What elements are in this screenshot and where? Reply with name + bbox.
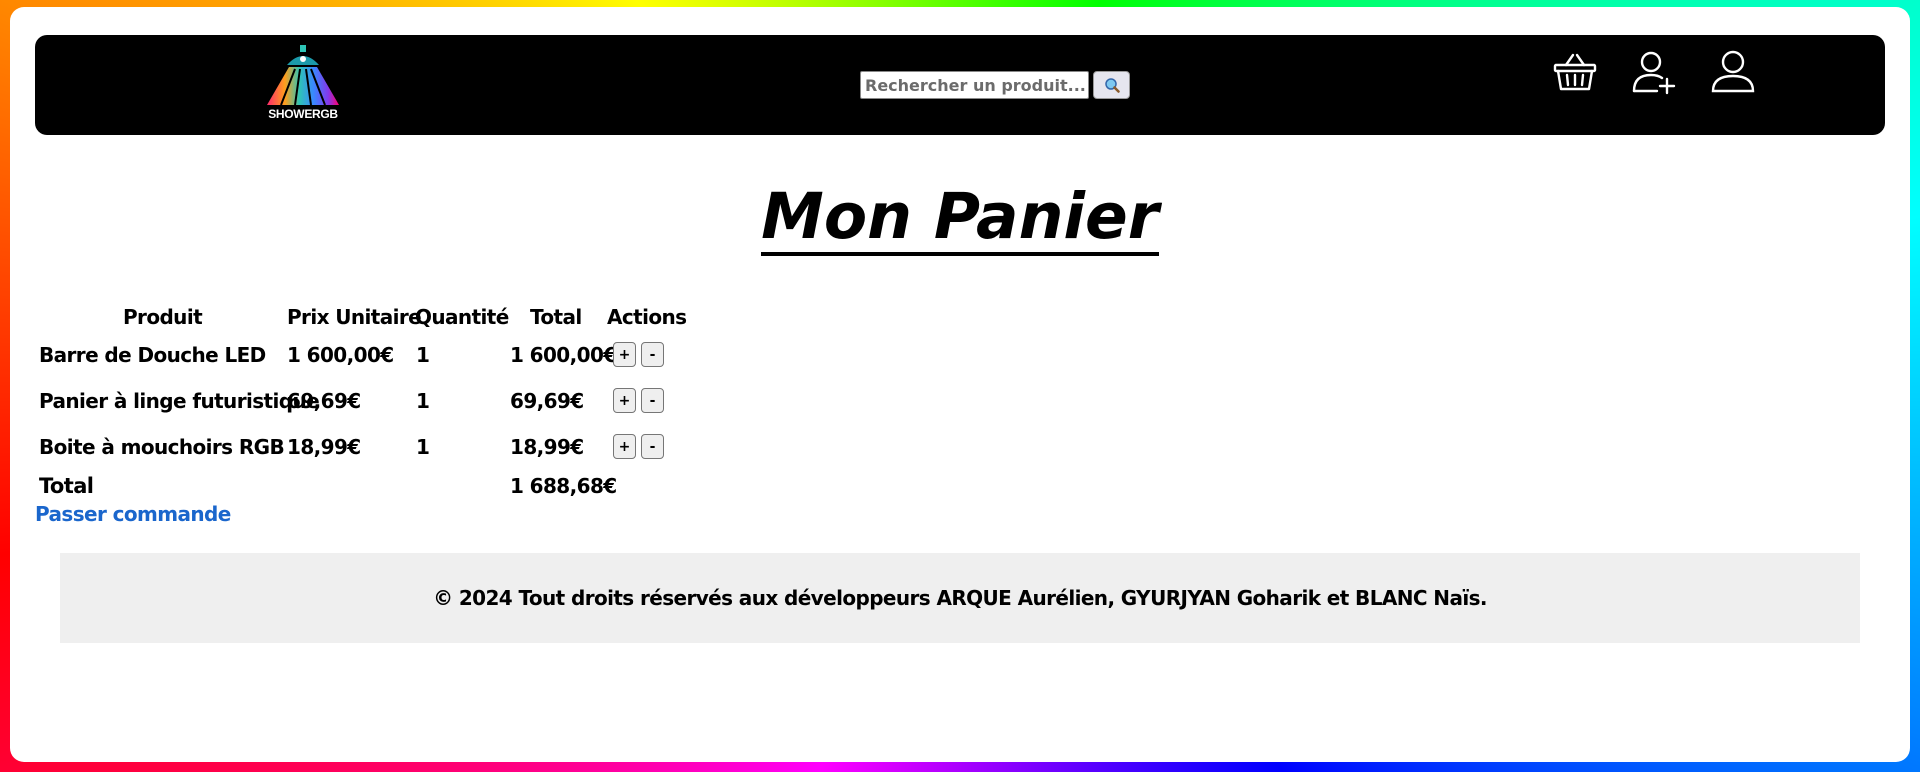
header: SHOWERGB Rechercher un produit... <box>35 35 1885 135</box>
row-total: 18,99€ <box>510 435 584 459</box>
product-name: Barre de Douche LED <box>39 343 266 367</box>
decrease-quantity-button[interactable]: - <box>641 434 664 459</box>
increase-quantity-button[interactable]: + <box>613 342 636 367</box>
add-user-icon[interactable] <box>1631 49 1677 95</box>
footer-text: © 2024 Tout droits réservés aux développ… <box>433 586 1487 610</box>
footer: © 2024 Tout droits réservés aux développ… <box>60 553 1860 643</box>
page-title: Mon Panier <box>0 180 1920 256</box>
product-name: Boite à mouchoirs RGB <box>39 435 285 459</box>
unit-price: 18,99€ <box>287 435 361 459</box>
column-header-product: Produit <box>123 305 203 329</box>
increase-quantity-button[interactable]: + <box>613 388 636 413</box>
basket-icon[interactable] <box>1552 49 1598 95</box>
unit-price: 69,69€ <box>287 389 361 413</box>
column-header-total: Total <box>530 305 582 329</box>
shower-logo-icon <box>267 45 339 106</box>
product-name: Panier à linge futuristique <box>39 389 320 413</box>
unit-price: 1 600,00€ <box>287 343 394 367</box>
increase-quantity-button[interactable]: + <box>613 434 636 459</box>
column-header-unit-price: Prix Unitaire <box>287 305 422 329</box>
decrease-quantity-button[interactable]: - <box>641 342 664 367</box>
search-input[interactable]: Rechercher un produit... <box>860 71 1089 99</box>
row-total: 1 600,00€ <box>510 343 617 367</box>
decrease-quantity-button[interactable]: - <box>641 388 664 413</box>
search-icon <box>1104 78 1120 93</box>
row-total: 69,69€ <box>510 389 584 413</box>
column-header-actions: Actions <box>607 305 687 329</box>
quantity: 1 <box>416 343 430 367</box>
search-button[interactable] <box>1093 71 1130 99</box>
logo-text: SHOWERGB <box>268 107 338 121</box>
checkout-link[interactable]: Passer commande <box>35 502 231 526</box>
total-label: Total <box>39 474 94 498</box>
column-header-quantity: Quantité <box>415 305 509 329</box>
cart-total: 1 688,68€ <box>510 474 617 498</box>
quantity: 1 <box>416 389 430 413</box>
user-icon[interactable] <box>1710 49 1756 95</box>
quantity: 1 <box>416 435 430 459</box>
logo[interactable]: SHOWERGB <box>263 43 343 123</box>
